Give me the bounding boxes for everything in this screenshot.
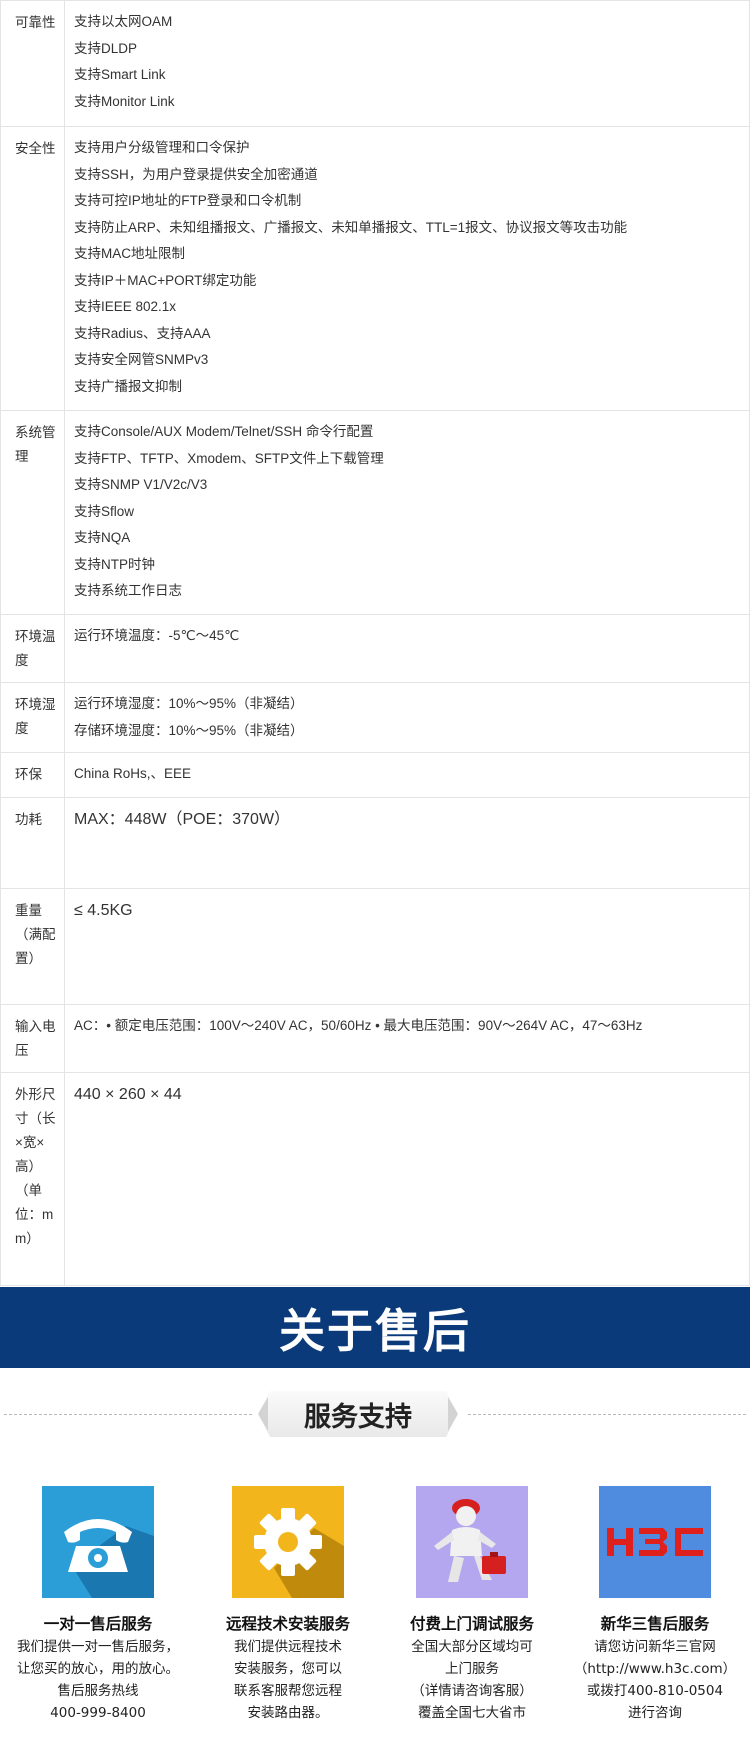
spec-values: 支持用户分级管理和口令保护 支持SSH，为用户登录提供安全加密通道 支持可控IP… (64, 126, 750, 411)
service-line: 联系客服帮您远程 (234, 1683, 342, 1699)
spec-value: 支持Monitor Link (74, 93, 175, 109)
service-link[interactable]: （http://www.h3c.com） (565, 1658, 745, 1680)
spec-name: 可靠性 (0, 0, 65, 127)
spec-values: 运行环境温度：-5℃～45℃ (64, 614, 750, 683)
spec-values: MAX：448W（POE：370W） (64, 797, 750, 889)
h3c-logo (599, 1486, 711, 1598)
spec-row-environmental: 环保 China RoHs,、EEE (0, 752, 750, 798)
spec-row-system-management: 系统管理 支持Console/AUX Modem/Telnet/SSH 命令行配… (0, 410, 750, 615)
spec-values: 支持以太网OAM 支持DLDP 支持Smart Link 支持Monitor L… (64, 0, 750, 127)
spec-value: ≤ 4.5KG (74, 902, 133, 919)
spec-value: 支持Smart Link (74, 67, 166, 82)
spec-value: 支持安全网管SNMPv3 (74, 352, 209, 367)
spec-name: 输入电压 (0, 1004, 65, 1073)
service-line: 售后服务热线 (57, 1683, 139, 1699)
spec-values: AC：• 额定电压范围：100V～240V AC，50/60Hz • 最大电压范… (64, 1004, 750, 1073)
spec-value: 支持DLDP (74, 40, 138, 56)
service-line: 我们提供远程技术 (234, 1639, 342, 1655)
spec-value: 支持防止ARP、未知组播报文、广播报文、未知单播报文、TTL=1报文、协议报文等… (74, 219, 628, 235)
section-ribbon: 服务支持 (258, 1391, 458, 1437)
spec-value: 支持Sflow (74, 503, 135, 519)
spec-value: 支持SSH，为用户登录提供安全加密通道 (74, 166, 318, 182)
service-title: 付费上门调试服务 (409, 1615, 534, 1633)
spec-value: 存储环境湿度：10%～95%（非凝结） (74, 722, 304, 738)
service-line: 全国大部分区域均可 (411, 1639, 533, 1655)
technician-icon (416, 1486, 528, 1598)
spec-name: 重量（满配置） (0, 888, 65, 1005)
spec-table: 可靠性 支持以太网OAM 支持DLDP 支持Smart Link 支持Monit… (0, 0, 750, 1286)
spec-value: 支持Radius、支持AAA (74, 325, 211, 341)
spec-name: 功耗 (0, 797, 65, 889)
spec-values: China RoHs,、EEE (64, 752, 750, 798)
spec-value: 支持IEEE 802.1x (74, 299, 177, 314)
service-line: 上门服务 (445, 1661, 499, 1677)
spec-value: 支持FTP、TFTP、Xmodem、SFTP文件上下载管理 (74, 450, 384, 466)
service-line: 或拨打400-810-0504 (586, 1683, 724, 1699)
spec-name: 环境温度 (0, 614, 65, 683)
spec-value: 支持MAC地址限制 (74, 246, 185, 261)
service-title: 一对一售后服务 (43, 1615, 153, 1633)
spec-name: 外形尺寸（长×宽×高）（单位：mm） (0, 1072, 65, 1286)
section-title: 服务支持 (304, 1401, 412, 1433)
spec-value: 支持可控IP地址的FTP登录和口令机制 (74, 193, 302, 208)
spec-value: AC：• 额定电压范围：100V～240V AC，50/60Hz • 最大电压范… (74, 1018, 643, 1033)
service-line: 安装服务，您可以 (234, 1661, 342, 1677)
spec-row-power: 功耗 MAX：448W（POE：370W） (0, 797, 750, 889)
spec-value: 支持用户分级管理和口令保护 (74, 140, 250, 155)
service-line: 安装路由器。 (247, 1705, 329, 1721)
spec-value: 支持IP＋MAC+PORT绑定功能 (74, 272, 257, 288)
spec-name: 环境湿度 (0, 682, 65, 753)
spec-row-humidity: 环境湿度 运行环境湿度：10%～95%（非凝结） 存储环境湿度：10%～95%（… (0, 682, 750, 753)
spec-value: 支持以太网OAM (74, 14, 173, 29)
spec-value: 支持广播报文抑制 (74, 378, 182, 394)
spec-name: 安全性 (0, 126, 65, 411)
spec-value: 运行环境湿度：10%～95%（非凝结） (74, 696, 304, 711)
service-line: 覆盖全国七大省市 (418, 1705, 526, 1721)
service-line: （详情请咨询客服） (411, 1683, 533, 1699)
spec-row-security: 安全性 支持用户分级管理和口令保护 支持SSH，为用户登录提供安全加密通道 支持… (0, 126, 750, 411)
service-line: 进行咨询 (628, 1705, 682, 1721)
spec-name: 系统管理 (0, 410, 65, 615)
dashed-divider-right (468, 1414, 746, 1415)
service-hotline: 400-999-8400 (50, 1705, 146, 1721)
spec-values: 运行环境湿度：10%～95%（非凝结） 存储环境湿度：10%～95%（非凝结） (64, 682, 750, 753)
service-title: 远程技术安装服务 (225, 1615, 350, 1633)
spec-row-weight: 重量（满配置） ≤ 4.5KG (0, 888, 750, 1005)
service-title: 新华三售后服务 (600, 1615, 710, 1633)
spec-row-reliability: 可靠性 支持以太网OAM 支持DLDP 支持Smart Link 支持Monit… (0, 0, 750, 127)
spec-value: 支持NQA (74, 530, 131, 545)
spec-value: MAX：448W（POE：370W） (74, 811, 291, 828)
service-line: 让您买的放心，用的放心。 (17, 1661, 179, 1677)
banner-title: 关于售后 (279, 1303, 471, 1358)
spec-value: 440 × 260 × 44 (74, 1086, 182, 1103)
spec-value: 支持SNMP V1/V2c/V3 (74, 477, 208, 492)
service-card-h3c: 新华三售后服务 请您访问新华三官网 （http://www.h3c.com） 或… (565, 1486, 745, 1724)
spec-row-dimensions: 外形尺寸（长×宽×高）（单位：mm） 440 × 260 × 44 (0, 1072, 750, 1286)
spec-row-temperature: 环境温度 运行环境温度：-5℃～45℃ (0, 614, 750, 683)
spec-values: 440 × 260 × 44 (64, 1072, 750, 1286)
after-sales-banner: 关于售后 (0, 1287, 750, 1368)
telephone-icon (42, 1486, 154, 1598)
spec-name: 环保 (0, 752, 65, 798)
service-line: 请您访问新华三官网 (594, 1639, 716, 1655)
spec-value: China RoHs,、EEE (74, 766, 192, 781)
service-line: 我们提供一对一售后服务， (17, 1639, 179, 1655)
spec-value: 支持系统工作日志 (74, 583, 182, 598)
gear-icon (232, 1486, 344, 1598)
service-card-remote-install: 远程技术安装服务 我们提供远程技术 安装服务，您可以 联系客服帮您远程 安装路由… (198, 1486, 378, 1724)
spec-value: 支持NTP时钟 (74, 556, 155, 572)
service-card-after-sales: 一对一售后服务 我们提供一对一售后服务， 让您买的放心，用的放心。 售后服务热线… (8, 1486, 188, 1724)
dashed-divider-left (4, 1414, 252, 1415)
spec-row-input-voltage: 输入电压 AC：• 额定电压范围：100V～240V AC，50/60Hz • … (0, 1004, 750, 1073)
service-card-onsite: 付费上门调试服务 全国大部分区域均可 上门服务 （详情请咨询客服） 覆盖全国七大… (382, 1486, 562, 1724)
spec-value: 运行环境温度：-5℃～45℃ (74, 628, 240, 643)
spec-values: 支持Console/AUX Modem/Telnet/SSH 命令行配置 支持F… (64, 410, 750, 615)
spec-values: ≤ 4.5KG (64, 888, 750, 1005)
spec-value: 支持Console/AUX Modem/Telnet/SSH 命令行配置 (74, 424, 374, 439)
